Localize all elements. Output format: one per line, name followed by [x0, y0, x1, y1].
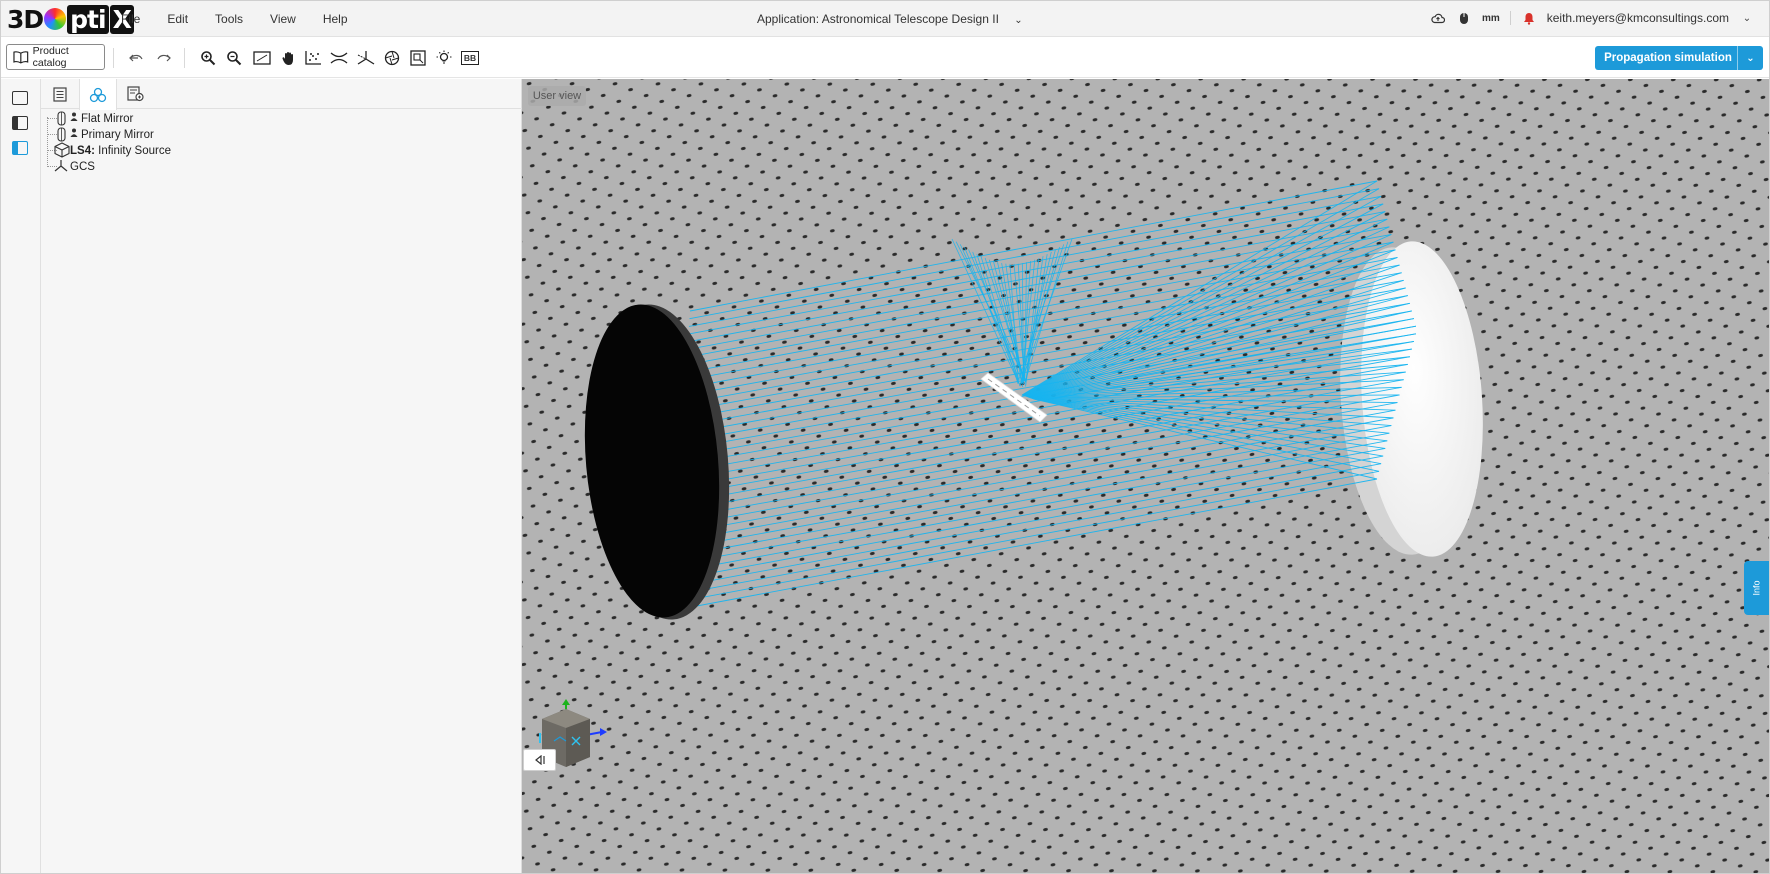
logo-color-wheel: [44, 8, 66, 30]
app-logo[interactable]: 3D pti X: [7, 6, 134, 32]
optical-scene[interactable]: [522, 79, 1769, 873]
notification-bell-icon[interactable]: [1521, 10, 1537, 26]
product-catalog-button[interactable]: Product catalog: [6, 44, 105, 70]
redo-icon[interactable]: [153, 47, 175, 69]
toolbar: Product catalog BB Propagation simulatio…: [1, 38, 1769, 78]
tab-analysis[interactable]: [117, 79, 155, 109]
zoom-in-icon[interactable]: [197, 47, 219, 69]
tree-item-label: Primary Mirror: [81, 129, 154, 141]
lens-icon[interactable]: [328, 47, 350, 69]
bb-label: BB: [461, 51, 479, 65]
tree-item-label: Infinity Source: [98, 145, 171, 157]
app-window: 3D pti X File Edit Tools View Help Appli…: [0, 0, 1770, 874]
panel-tabs: [41, 79, 522, 109]
user-icon: [70, 128, 78, 139]
application-title: Application: Astronomical Telescope Desi…: [757, 12, 999, 26]
product-catalog-label: Product catalog: [33, 45, 104, 69]
cloud-icon[interactable]: [1430, 10, 1446, 26]
collapse-toggle-button[interactable]: [523, 749, 556, 771]
axis-icon[interactable]: [355, 47, 377, 69]
application-selector[interactable]: Application: Astronomical Telescope Desi…: [757, 12, 1023, 26]
fit-view-icon[interactable]: [251, 47, 273, 69]
measure-icon[interactable]: [407, 47, 429, 69]
menu-tools[interactable]: Tools: [215, 12, 243, 26]
info-tab-label: Info: [1751, 580, 1761, 595]
bb-icon[interactable]: BB: [459, 47, 481, 69]
mirror-icon: [57, 127, 66, 142]
tab-list[interactable]: [41, 79, 79, 109]
cube-icon: [54, 142, 70, 158]
tab-optical-tree[interactable]: [79, 79, 117, 110]
user-icon: [70, 112, 78, 123]
chevron-down-icon[interactable]: ⌄: [1737, 46, 1763, 70]
tree-connector: [47, 134, 57, 135]
source-prefix: LS4:: [70, 145, 95, 157]
aperture-icon[interactable]: [381, 47, 403, 69]
divider: [1510, 11, 1511, 25]
tree-item-label: GCS: [70, 161, 95, 173]
menu-help[interactable]: Help: [323, 12, 348, 26]
report-icon: [127, 86, 145, 102]
light-bulb-icon[interactable]: [433, 47, 455, 69]
logo-text-3d: 3D: [7, 5, 43, 34]
object-tree-panel: Flat Mirror Primary Mirror LS4: Infinity…: [41, 79, 522, 873]
tree-line: [47, 117, 48, 165]
menubar: 3D pti X File Edit Tools View Help Appli…: [1, 1, 1769, 37]
undo-icon[interactable]: [125, 47, 147, 69]
pan-hand-icon[interactable]: [278, 47, 300, 69]
tree-item-label: Flat Mirror: [81, 113, 133, 125]
menu-view[interactable]: View: [270, 12, 296, 26]
mirror-icon: [57, 111, 66, 126]
unit-label[interactable]: mm: [1482, 13, 1500, 24]
chevron-down-icon: ⌄: [1014, 15, 1022, 26]
layout-switcher: [1, 79, 41, 873]
list-icon: [53, 87, 67, 102]
catalog-book-icon: [13, 50, 29, 64]
menu-edit[interactable]: Edit: [167, 12, 188, 26]
main-menu: File Edit Tools View Help: [121, 12, 375, 26]
3d-viewport[interactable]: User view Info: [522, 79, 1769, 873]
propagation-simulation-button[interactable]: Propagation simulation ⌄: [1595, 46, 1763, 70]
hierarchy-icon: [89, 87, 107, 103]
user-view-badge[interactable]: User view: [528, 86, 586, 106]
layout-split-button[interactable]: [12, 116, 28, 130]
layout-full-button[interactable]: [12, 91, 28, 105]
zoom-out-icon[interactable]: [223, 47, 245, 69]
scatter-plot-icon[interactable]: [302, 47, 324, 69]
info-tab[interactable]: Info: [1744, 561, 1769, 615]
menu-file[interactable]: File: [121, 12, 140, 26]
toolbar-divider: [184, 48, 185, 68]
user-bar: mm keith.meyers@kmconsultings.com ⌄: [1430, 10, 1755, 26]
tree-connector: [47, 118, 57, 119]
axis-icon: [54, 159, 68, 173]
arrow-left-icon: [534, 755, 546, 765]
layout-panel-button[interactable]: [12, 141, 28, 155]
logo-text-pti: pti: [67, 5, 108, 34]
mouse-icon[interactable]: [1456, 10, 1472, 26]
chevron-down-icon[interactable]: ⌄: [1739, 10, 1755, 26]
propagation-simulation-label: Propagation simulation: [1595, 52, 1737, 64]
user-email[interactable]: keith.meyers@kmconsultings.com: [1547, 11, 1729, 25]
toolbar-divider: [113, 48, 114, 68]
